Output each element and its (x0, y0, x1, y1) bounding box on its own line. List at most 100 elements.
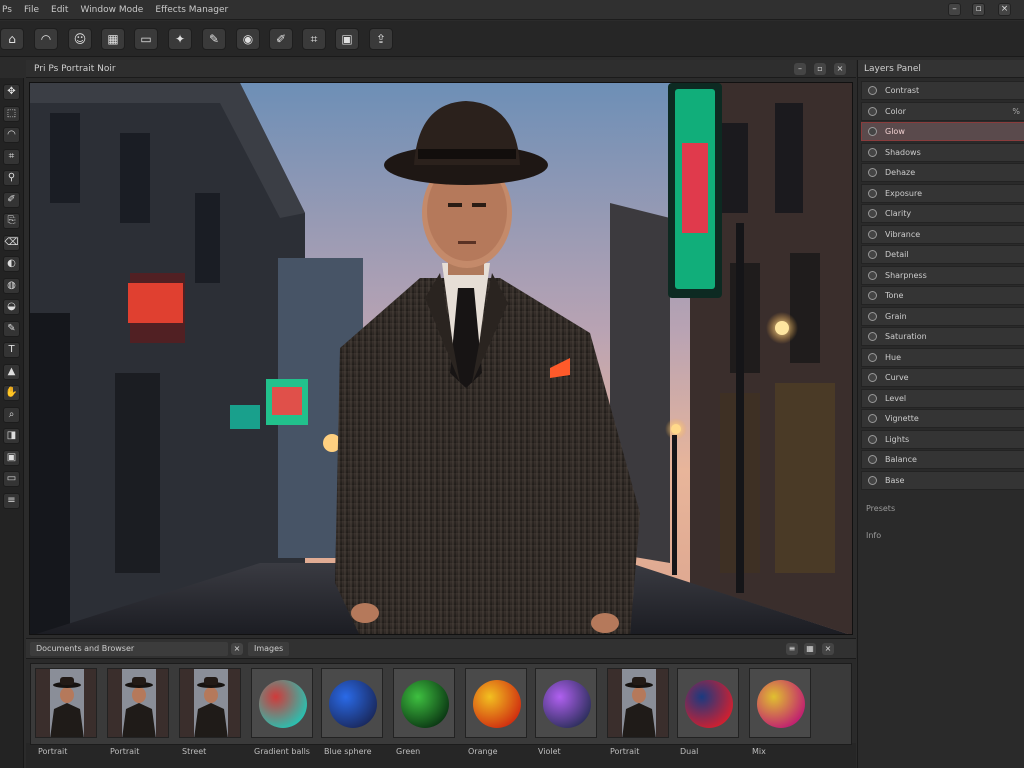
pen-icon[interactable]: ✎ (202, 28, 226, 50)
presets-label[interactable]: Presets (866, 504, 895, 513)
hand-icon[interactable]: ✋ (3, 385, 20, 401)
grid-icon[interactable]: ▦ (101, 28, 125, 50)
text-icon[interactable]: T (3, 342, 20, 358)
layer-row[interactable]: Hue (861, 347, 1024, 367)
home-icon[interactable]: ⌂ (0, 28, 24, 50)
blur-icon[interactable]: ◍ (3, 277, 20, 294)
maximize-icon[interactable]: ▫ (972, 3, 985, 16)
visibility-icon[interactable] (868, 86, 877, 95)
list-view-icon[interactable]: ≡ (786, 643, 798, 655)
visibility-icon[interactable] (868, 209, 877, 218)
menu-item-edit[interactable]: Edit (51, 5, 68, 15)
visibility-icon[interactable] (868, 168, 877, 177)
thumbnail[interactable] (393, 668, 455, 738)
tab-documents-browser[interactable]: Documents and Browser (30, 642, 228, 656)
crop-icon[interactable]: ⌗ (302, 28, 326, 50)
thumbnail[interactable] (677, 668, 739, 738)
layer-row[interactable]: Curve (861, 368, 1024, 387)
visibility-icon[interactable] (868, 352, 877, 362)
menu-item-window-mode[interactable]: Window Mode (80, 5, 143, 15)
visibility-icon[interactable] (868, 475, 877, 485)
thumbnail[interactable] (607, 668, 669, 738)
visibility-icon[interactable] (868, 393, 877, 403)
close-icon[interactable]: × (998, 3, 1011, 16)
visibility-icon[interactable] (868, 229, 877, 239)
eyedropper-icon[interactable]: ⚲ (3, 170, 20, 186)
frame-icon[interactable]: ▣ (335, 28, 359, 50)
layer-row[interactable]: Balance (861, 450, 1024, 469)
visibility-icon[interactable] (868, 106, 877, 116)
layer-row[interactable]: Tone (861, 286, 1024, 305)
visibility-icon[interactable] (868, 311, 877, 321)
layer-row[interactable]: Saturation (861, 327, 1024, 346)
menu-item-app[interactable]: Ps (2, 5, 12, 15)
close-doc-icon[interactable]: × (834, 63, 846, 75)
visibility-icon[interactable] (868, 147, 877, 157)
move-icon[interactable]: ✥ (3, 84, 20, 100)
layers-icon[interactable]: ≡ (3, 492, 20, 509)
thumbnail[interactable] (465, 668, 527, 738)
layer-row[interactable]: Detail (861, 245, 1024, 264)
minimize-icon[interactable]: – (948, 3, 961, 16)
menu-item-file[interactable]: File (24, 5, 39, 15)
image-canvas[interactable] (29, 82, 853, 635)
gradient-icon[interactable]: ◐ (3, 256, 20, 272)
visibility-icon[interactable] (868, 188, 877, 198)
visibility-icon[interactable] (868, 332, 877, 341)
portrait-icon[interactable]: ☺ (68, 28, 92, 50)
select-icon[interactable]: ⬚ (3, 105, 20, 122)
layer-row[interactable]: Lights (861, 429, 1024, 449)
layer-row[interactable]: Sharpness (861, 265, 1024, 285)
visibility-icon[interactable] (868, 270, 877, 280)
grid-view-icon[interactable]: ▦ (804, 643, 816, 655)
layer-row[interactable]: Vibrance (861, 224, 1024, 244)
crop-icon[interactable]: ⌗ (3, 148, 20, 165)
layer-row[interactable]: Level (861, 388, 1024, 408)
clone-icon[interactable]: ⎘ (3, 213, 20, 229)
visibility-icon[interactable] (868, 414, 877, 423)
lasso-icon[interactable]: ◠ (34, 28, 58, 50)
close-panel-icon[interactable]: × (822, 643, 834, 655)
visibility-icon[interactable] (868, 250, 877, 259)
layer-row[interactable]: Contrast (861, 81, 1024, 100)
layer-row[interactable]: Clarity (861, 204, 1024, 223)
screen-icon[interactable]: ▭ (3, 471, 20, 487)
document-title[interactable]: Pri Ps Portrait Noir (34, 64, 116, 74)
thumbnail[interactable] (321, 668, 383, 738)
effects-icon[interactable]: ✦ (168, 28, 192, 50)
layer-row[interactable]: Exposure (861, 183, 1024, 203)
eye-icon[interactable]: ◉ (236, 28, 260, 50)
restore-doc-icon[interactable]: ▫ (814, 63, 826, 75)
layer-row[interactable]: Glow (861, 122, 1024, 141)
mask-icon[interactable]: ▣ (3, 449, 20, 466)
eraser-icon[interactable]: ⌫ (3, 234, 20, 251)
visibility-icon[interactable] (868, 127, 877, 136)
minimize-doc-icon[interactable]: – (794, 63, 806, 75)
visibility-icon[interactable] (868, 291, 877, 300)
thumbnail[interactable] (251, 668, 313, 738)
visibility-icon[interactable] (868, 455, 877, 464)
layer-row[interactable]: Vignette (861, 409, 1024, 428)
tab-images[interactable]: Images (248, 642, 290, 656)
dodge-icon[interactable]: ◒ (3, 299, 20, 315)
brush-icon[interactable]: ✐ (3, 191, 20, 208)
fg-bg-icon[interactable]: ◨ (3, 428, 20, 444)
shape-icon[interactable]: ▲ (3, 363, 20, 380)
zoom-icon[interactable]: ⌕ (3, 406, 20, 423)
visibility-icon[interactable] (868, 434, 877, 444)
layer-row[interactable]: Shadows (861, 142, 1024, 162)
collapse-icon[interactable]: × (231, 643, 243, 655)
thumbnail[interactable] (107, 668, 169, 738)
thumbnail[interactable] (179, 668, 241, 738)
brush-icon[interactable]: ✐ (269, 28, 293, 50)
info-label[interactable]: Info (866, 531, 881, 540)
thumbnail[interactable] (35, 668, 97, 738)
menu-item-effects-manager[interactable]: Effects Manager (155, 5, 228, 15)
layer-row[interactable]: Color% (861, 101, 1024, 121)
layer-row[interactable]: Dehaze (861, 163, 1024, 182)
pen-icon[interactable]: ✎ (3, 320, 20, 337)
film-icon[interactable]: ▭ (134, 28, 158, 50)
thumbnail[interactable] (535, 668, 597, 738)
lasso-icon[interactable]: ◠ (3, 127, 20, 143)
thumbnail[interactable] (749, 668, 811, 738)
